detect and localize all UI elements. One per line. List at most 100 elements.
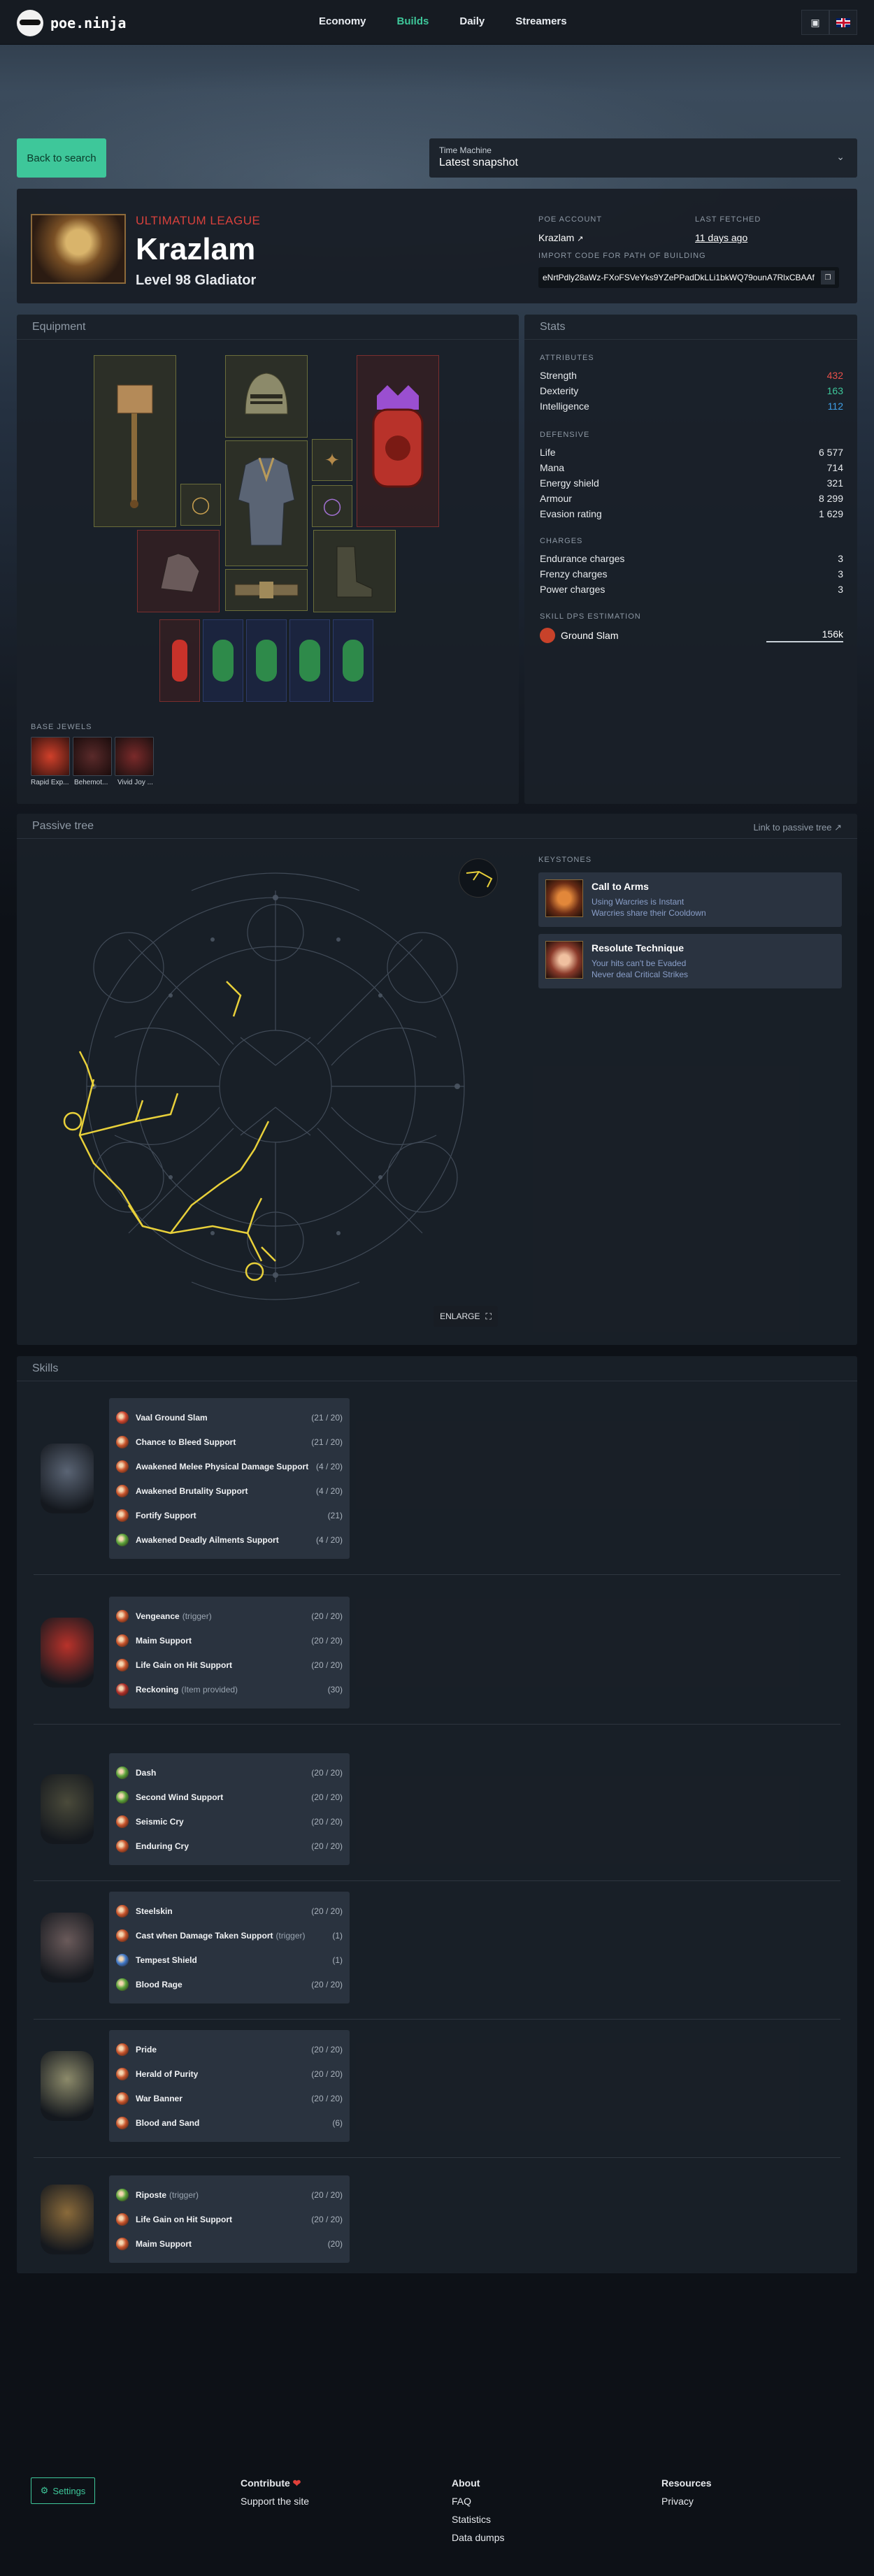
ascendancy-tree-icon[interactable] bbox=[459, 858, 498, 898]
boots-icon[interactable] bbox=[34, 1767, 101, 1851]
body-armour-slot[interactable] bbox=[225, 440, 308, 566]
gem-note: (Item provided) bbox=[181, 1684, 238, 1694]
enlarge-button[interactable]: ENLARGE ⛶ bbox=[434, 1306, 498, 1327]
ascendancy-path-icon bbox=[466, 870, 493, 888]
import-code-field[interactable]: eNrtPdly28aWz-FXoFSVeYks9YZePPadDkLLi1bk… bbox=[538, 267, 839, 288]
footer-about[interactable]: About bbox=[452, 2477, 504, 2496]
footer-contribute-wrap[interactable]: Contribute ❤ bbox=[241, 2477, 309, 2496]
nav-link-economy[interactable]: Economy bbox=[319, 15, 366, 27]
helmet-slot[interactable] bbox=[225, 355, 308, 438]
dps-row[interactable]: Ground Slam 156k bbox=[540, 625, 843, 646]
nav-link-streamers[interactable]: Streamers bbox=[515, 15, 566, 27]
gem-row[interactable]: Reckoning (Item provided) (30) bbox=[116, 1677, 343, 1701]
body-armour-icon[interactable] bbox=[34, 1437, 101, 1520]
gem-row[interactable]: Tempest Shield (1) bbox=[116, 1948, 343, 1972]
settings-button[interactable]: ⚙ Settings bbox=[31, 2477, 95, 2504]
amulet-slot[interactable]: ✦ bbox=[312, 439, 352, 481]
keystone-call-to-arms[interactable]: Call to Arms Using Warcries is Instant W… bbox=[538, 872, 842, 927]
gem-icon bbox=[116, 2237, 129, 2250]
fetched-value[interactable]: 11 days ago bbox=[695, 232, 761, 243]
footer-support-link[interactable]: Support the site bbox=[241, 2496, 309, 2514]
gem-row[interactable]: Enduring Cry (20 / 20) bbox=[116, 1834, 343, 1858]
gem-row[interactable]: Pride (20 / 20) bbox=[116, 2037, 343, 2061]
back-to-search-button[interactable]: Back to search bbox=[17, 138, 106, 178]
keystone-resolute-technique[interactable]: Resolute Technique Your hits can't be Ev… bbox=[538, 934, 842, 988]
stat-row: Intelligence 112 bbox=[540, 398, 843, 414]
footer-contribute[interactable]: Contribute bbox=[241, 2477, 290, 2489]
ring-right-slot[interactable]: ◯ bbox=[312, 485, 352, 527]
nav-link-builds[interactable]: Builds bbox=[397, 15, 429, 27]
gem-icon bbox=[116, 1978, 129, 1991]
resolute-technique-icon bbox=[545, 941, 583, 979]
passive-tree-canvas[interactable] bbox=[31, 856, 520, 1303]
gem-row[interactable]: Life Gain on Hit Support (20 / 20) bbox=[116, 2207, 343, 2231]
top-navbar: poe.ninja Economy Builds Daily Streamers… bbox=[0, 0, 874, 45]
hammer-icon[interactable] bbox=[34, 2178, 101, 2261]
boots-slot[interactable] bbox=[313, 530, 396, 612]
footer-datadumps-link[interactable]: Data dumps bbox=[452, 2532, 504, 2550]
gem-row[interactable]: War Banner (20 / 20) bbox=[116, 2086, 343, 2110]
gem-row[interactable]: Maim Support (20 / 20) bbox=[116, 1628, 343, 1653]
gem-icon bbox=[116, 1411, 129, 1424]
shield-icon[interactable] bbox=[34, 1611, 101, 1694]
time-machine-value: Latest snapshot bbox=[439, 157, 518, 168]
language-button[interactable] bbox=[829, 10, 857, 35]
flask-slot-5[interactable] bbox=[333, 619, 373, 702]
footer-privacy-link[interactable]: Privacy bbox=[661, 2496, 712, 2514]
stat-value: 8 299 bbox=[818, 493, 843, 504]
belt-slot[interactable] bbox=[225, 569, 308, 611]
jewel-slot-1[interactable] bbox=[31, 737, 70, 776]
gem-icon bbox=[116, 1634, 129, 1647]
gem-row[interactable]: Blood and Sand (6) bbox=[116, 2110, 343, 2135]
equipment-panel: Equipment ✦ ◯ ◯ BASE JEWELS Rapid Exp...… bbox=[17, 315, 519, 804]
hammer-icon bbox=[117, 384, 153, 508]
dps-value: 156k bbox=[766, 628, 843, 642]
weapon-slot[interactable] bbox=[94, 355, 176, 527]
jewel-slot-3[interactable] bbox=[115, 737, 154, 776]
gem-row[interactable]: Riposte (trigger) (20 / 20) bbox=[116, 2182, 343, 2207]
ring-icon: ◯ bbox=[191, 495, 210, 515]
flask-slot-1[interactable] bbox=[159, 619, 200, 702]
gem-name: Blood and Sand bbox=[136, 2117, 200, 2128]
account-link[interactable]: Krazlam bbox=[538, 232, 574, 243]
gem-row[interactable]: Awakened Melee Physical Damage Support (4… bbox=[116, 1454, 343, 1478]
nav-link-daily[interactable]: Daily bbox=[459, 15, 485, 27]
gem-row[interactable]: Vengeance (trigger) (20 / 20) bbox=[116, 1604, 343, 1628]
ring-left-slot[interactable]: ◯ bbox=[180, 484, 221, 526]
gem-row[interactable]: Life Gain on Hit Support (20 / 20) bbox=[116, 1653, 343, 1677]
passive-tree-link[interactable]: Link to passive tree bbox=[753, 822, 831, 833]
gem-row[interactable]: Dash (20 / 20) bbox=[116, 1760, 343, 1785]
gem-row[interactable]: Maim Support (20) bbox=[116, 2231, 343, 2256]
stat-name: Dexterity bbox=[540, 385, 579, 396]
footer-resources[interactable]: Resources bbox=[661, 2477, 712, 2496]
gem-row[interactable]: Cast when Damage Taken Support (trigger) (… bbox=[116, 1923, 343, 1948]
gem-row[interactable]: Seismic Cry (20 / 20) bbox=[116, 1809, 343, 1834]
discord-button[interactable]: ▣ bbox=[801, 10, 829, 35]
gem-row[interactable]: Fortify Support (21) bbox=[116, 1503, 343, 1527]
gloves-slot[interactable] bbox=[137, 530, 220, 612]
gem-icon bbox=[116, 2212, 129, 2226]
gem-row[interactable]: Awakened Deadly Ailments Support (4 / 20) bbox=[116, 1527, 343, 1552]
gem-row[interactable]: Chance to Bleed Support (21 / 20) bbox=[116, 1430, 343, 1454]
gem-row[interactable]: Awakened Brutality Support (4 / 20) bbox=[116, 1478, 343, 1503]
copy-icon[interactable]: ❐ bbox=[821, 271, 835, 285]
gem-row[interactable]: Vaal Ground Slam (21 / 20) bbox=[116, 1405, 343, 1430]
gem-row[interactable]: Herald of Purity (20 / 20) bbox=[116, 2061, 343, 2086]
passive-tree-link-wrap[interactable]: Link to passive tree ↗ bbox=[753, 822, 842, 833]
flask-slot-3[interactable] bbox=[246, 619, 287, 702]
jewel-slot-2[interactable] bbox=[73, 737, 112, 776]
helmet-icon[interactable] bbox=[34, 2044, 101, 2128]
gem-row[interactable]: Second Wind Support (20 / 20) bbox=[116, 1785, 343, 1809]
brand-logo[interactable]: poe.ninja bbox=[17, 10, 126, 36]
time-machine-select[interactable]: Time Machine Latest snapshot ⌄ bbox=[429, 138, 857, 178]
gloves-icon[interactable] bbox=[34, 1906, 101, 1989]
gem-name: Fortify Support bbox=[136, 1510, 196, 1520]
footer-statistics-link[interactable]: Statistics bbox=[452, 2514, 504, 2532]
flask-slot-4[interactable] bbox=[289, 619, 330, 702]
flask-slot-2[interactable] bbox=[203, 619, 243, 702]
gem-row[interactable]: Blood Rage (20 / 20) bbox=[116, 1972, 343, 1996]
gem-list: Steelskin (20 / 20) Cast when Damage Taken… bbox=[109, 1892, 350, 2003]
gem-row[interactable]: Steelskin (20 / 20) bbox=[116, 1899, 343, 1923]
offhand-slot[interactable] bbox=[357, 355, 439, 527]
footer-faq-link[interactable]: FAQ bbox=[452, 2496, 504, 2514]
